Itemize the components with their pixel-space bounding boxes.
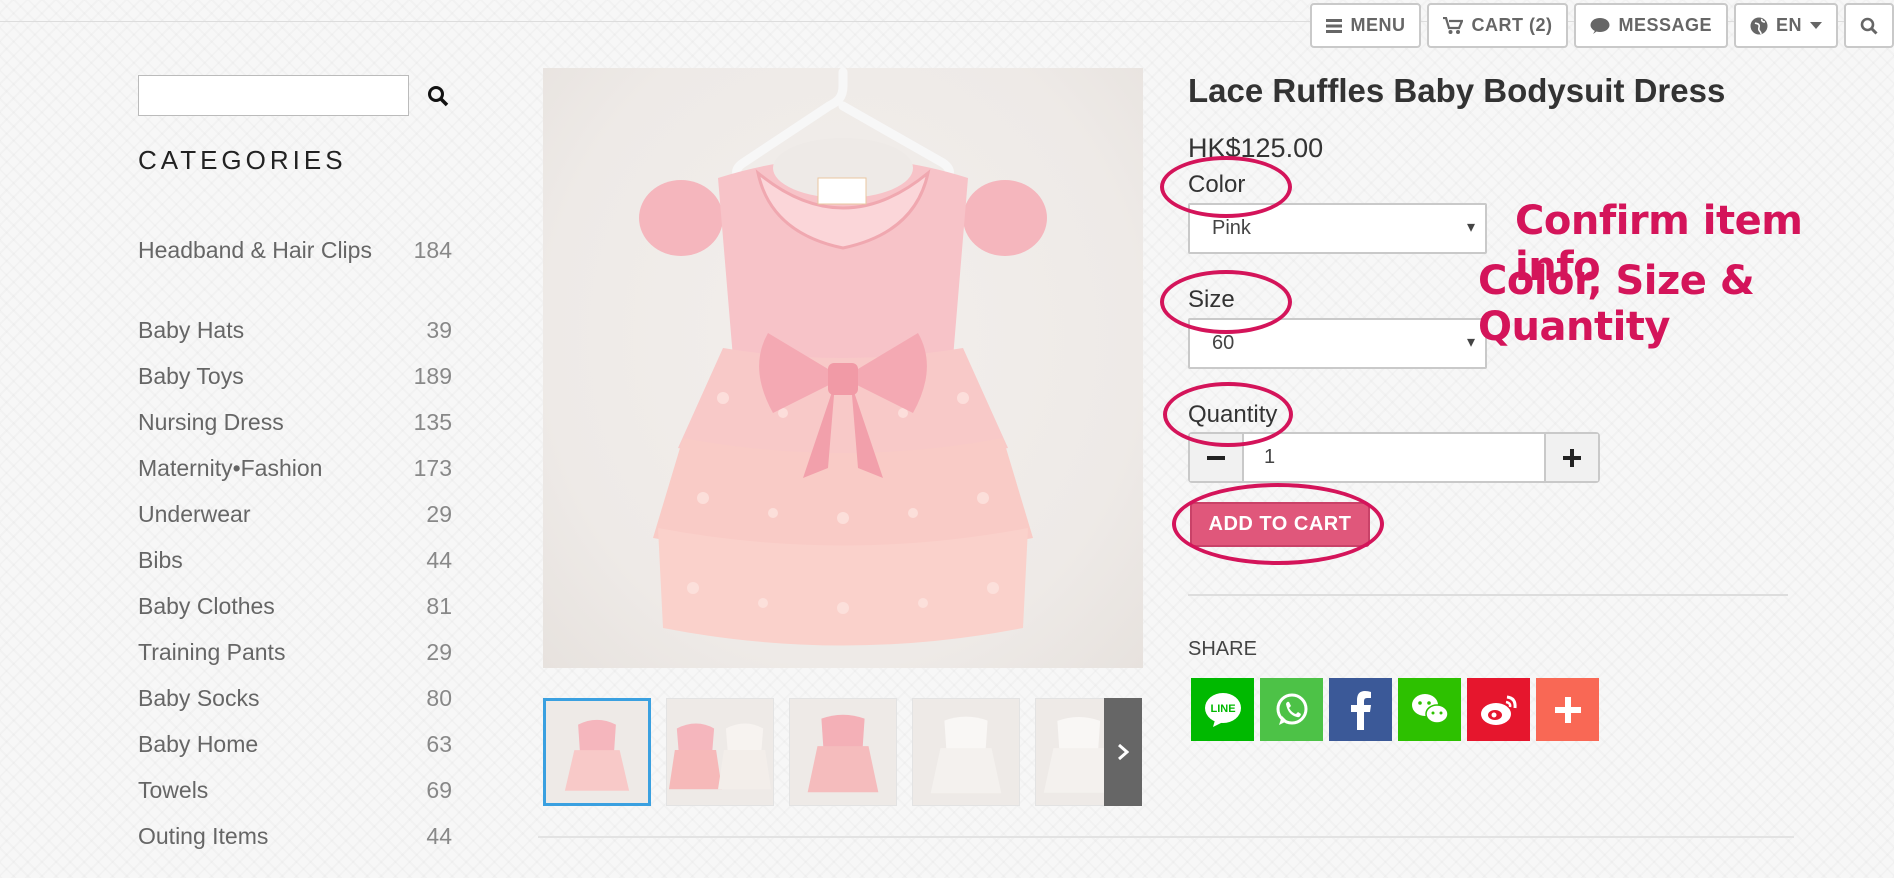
annotation-circle-quantity — [1163, 382, 1293, 447]
product-thumbnail[interactable] — [789, 698, 897, 806]
menu-button[interactable]: MENU — [1310, 3, 1422, 48]
quantity-input[interactable]: 1 — [1264, 446, 1275, 469]
category-name: Baby Hats — [138, 317, 245, 343]
share-label: SHARE — [1188, 638, 1257, 660]
language-selector[interactable]: EN — [1733, 3, 1838, 48]
chevron-right-icon — [1118, 744, 1129, 760]
search-toggle-button[interactable] — [1844, 3, 1894, 48]
size-select-value: 60 — [1212, 332, 1235, 354]
dress-illustration — [639, 68, 1047, 646]
hamburger-icon — [1326, 18, 1343, 33]
chat-bubble-icon — [1590, 17, 1610, 34]
category-count: 44 — [426, 823, 452, 849]
thumbnail-image — [564, 719, 630, 791]
wechat-icon — [1411, 693, 1449, 724]
bottom-divider — [538, 836, 1794, 838]
category-name: Baby Toys — [138, 363, 244, 389]
share-line-button[interactable]: LINE — [1191, 678, 1254, 741]
category-count: 29 — [426, 501, 452, 527]
menu-label: MENU — [1350, 15, 1406, 35]
share-more-button[interactable] — [1536, 678, 1599, 741]
category-name: Maternity•Fashion — [138, 455, 323, 481]
language-label: EN — [1775, 15, 1802, 35]
categories-heading: CATEGORIES — [138, 145, 347, 175]
dropdown-caret-icon: ▾ — [1466, 334, 1475, 351]
share-wechat-button[interactable] — [1398, 678, 1461, 741]
message-button[interactable]: MESSAGE — [1574, 3, 1728, 48]
category-name: Nursing Dress — [138, 409, 284, 435]
category-name: Training Pants — [138, 639, 286, 665]
top-navigation: MENU CART (2) MESSAGE EN — [1310, 3, 1894, 48]
category-count: 29 — [426, 639, 452, 665]
annotation-circle-color — [1160, 156, 1292, 218]
cart-label: CART (2) — [1471, 15, 1553, 35]
search-button[interactable] — [426, 84, 450, 108]
annotation-circle-add-to-cart — [1172, 483, 1384, 565]
category-count: 39 — [426, 317, 452, 343]
color-select-value: Pink — [1212, 217, 1251, 239]
annotation-circle-size — [1160, 270, 1292, 334]
category-count: 135 — [413, 409, 452, 435]
thumbnail-image — [930, 716, 1002, 794]
thumbnail-image — [807, 714, 879, 793]
whatsapp-icon — [1276, 693, 1307, 725]
plus-icon — [1554, 696, 1581, 723]
share-weibo-button[interactable] — [1467, 678, 1530, 741]
category-count: 80 — [426, 685, 452, 711]
category-name: Baby Clothes — [138, 593, 275, 619]
category-count: 189 — [413, 363, 452, 389]
section-divider — [1188, 594, 1788, 596]
search-icon — [1860, 17, 1878, 35]
category-name: Underwear — [138, 501, 251, 527]
category-count: 63 — [426, 731, 452, 757]
category-count: 173 — [413, 455, 452, 481]
weibo-icon — [1480, 695, 1517, 725]
category-name: Baby Socks — [138, 685, 260, 711]
cart-button[interactable]: CART (2) — [1427, 3, 1569, 48]
globe-icon — [1750, 17, 1768, 34]
dropdown-caret-icon: ▾ — [1466, 219, 1475, 236]
product-title: Lace Ruffles Baby Bodysuit Dress — [1188, 72, 1726, 109]
product-thumbnail[interactable] — [543, 698, 651, 806]
category-count: 184 — [413, 237, 452, 263]
product-main-image[interactable] — [543, 68, 1143, 668]
message-label: MESSAGE — [1618, 15, 1712, 35]
line-icon: LINE — [1204, 692, 1241, 727]
search-icon — [428, 86, 449, 107]
cart-icon — [1443, 16, 1464, 34]
category-name: Headband & Hair Clips — [138, 237, 372, 263]
thumbnail-image — [668, 723, 772, 790]
chevron-down-icon — [1810, 21, 1822, 29]
thumbnail-image — [1043, 717, 1104, 793]
annotation-text-line2: Color, Size & Quantity — [1478, 258, 1755, 350]
share-whatsapp-button[interactable] — [1260, 678, 1323, 741]
plus-icon — [1563, 448, 1581, 467]
minus-icon — [1207, 455, 1225, 460]
product-thumbnail[interactable] — [1035, 698, 1105, 806]
category-name: Towels — [138, 777, 209, 803]
facebook-icon — [1350, 690, 1371, 730]
category-count: 81 — [426, 593, 452, 619]
category-name: Outing Items — [138, 823, 269, 849]
share-facebook-button[interactable] — [1329, 678, 1392, 741]
thumbnail-next-button[interactable] — [1104, 698, 1142, 806]
category-count: 69 — [426, 777, 452, 803]
search-input[interactable] — [138, 75, 409, 116]
line-icon-text: LINE — [1210, 703, 1235, 715]
category-name: Baby Home — [138, 731, 259, 757]
product-thumbnail[interactable] — [912, 698, 1020, 806]
quantity-increase-button[interactable] — [1544, 434, 1598, 481]
category-name: Bibs — [138, 547, 183, 573]
category-count: 44 — [426, 547, 452, 573]
product-thumbnail[interactable] — [666, 698, 774, 806]
